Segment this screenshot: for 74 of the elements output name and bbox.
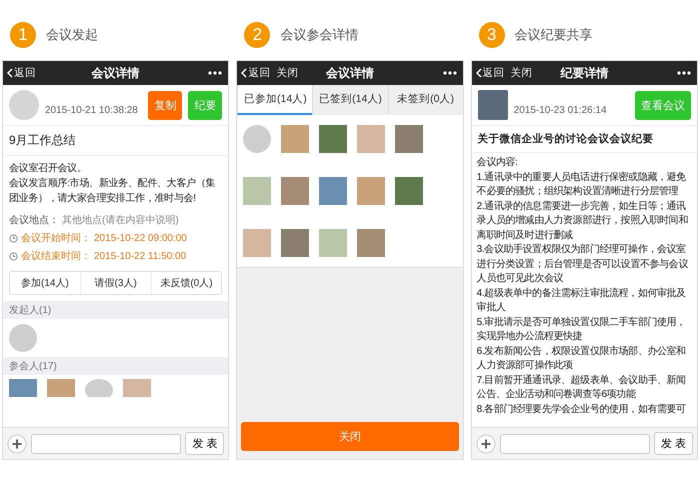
photo-placeholder[interactable] — [243, 177, 272, 205]
minutes-item: 5.审批请示是否可单独设置仅限二手车部门使用，实现异地办公流程更快捷 — [476, 316, 687, 344]
photo-placeholder[interactable] — [395, 177, 424, 205]
page-title: 纪要详情 — [559, 64, 610, 82]
time-value: 2015-10-22 09:00:00 — [94, 232, 187, 244]
step-label: 会议参会详情 — [280, 26, 358, 44]
photo-placeholder[interactable] — [281, 177, 310, 205]
minutes-item: 6.发布新闻公告，权限设置仅限市场部、办公室和人力资源部可操作此项 — [476, 344, 687, 373]
clock-icon — [9, 234, 18, 242]
meeting-description: 会议室召开会议。 — [9, 162, 88, 176]
minutes-item: 8.各部门经理要先学会企业号的使用，如有需要可 — [476, 402, 687, 416]
location-value: 其他地点(请在内容中说明) — [62, 214, 179, 227]
avatar-photo-placeholder — [9, 90, 39, 120]
send-button[interactable]: 发 表 — [654, 432, 693, 455]
clock-icon — [9, 252, 18, 260]
step-number: 2 — [244, 22, 270, 48]
photo-placeholder[interactable] — [281, 229, 310, 257]
back-button[interactable]: 返回 — [241, 66, 270, 80]
close-link[interactable]: 关闭 — [510, 66, 533, 80]
photo-placeholder[interactable] — [123, 379, 151, 397]
minutes-item: 2.通讯录的信息需要进一步完善，如生日等；通讯录人员的增减由人力资源部进行，按照入职时间和离职时间及时进行删减 — [476, 200, 689, 242]
avatar-photo-placeholder[interactable] — [85, 379, 113, 397]
send-button[interactable]: 发 表 — [185, 432, 224, 455]
chevron-left-icon — [241, 68, 248, 78]
tab[interactable]: 已参加(14人) — [237, 85, 312, 115]
page-title: 会议详情 — [90, 64, 141, 82]
more-icon[interactable] — [440, 69, 459, 77]
photo-placeholder[interactable] — [357, 177, 386, 205]
minutes-item: 7.目前暂开通通讯录、超级表单、会议助手、新闻公告、企业活动和问卷调查等6项功能 — [476, 374, 687, 402]
chevron-left-icon — [7, 68, 13, 78]
photo-placeholder[interactable] — [9, 379, 37, 397]
section-header: 发起人(1) — [3, 301, 228, 319]
location-label: 会议地点： — [9, 214, 59, 227]
minutes-item: 1.通讯录中的重要人员电话进行保密或隐藏，避免不必要的骚扰；组织架构设置清晰进行分层管理 — [476, 170, 687, 199]
step-number: 1 — [10, 22, 36, 48]
photo-placeholder[interactable] — [47, 379, 75, 397]
minutes-title: 关于微信企业号的讨论会议会议纪要 — [472, 126, 697, 153]
comment-field[interactable] — [31, 434, 182, 454]
photo-placeholder[interactable] — [319, 229, 348, 257]
step-label: 会议纪要共享 — [514, 26, 593, 44]
more-icon[interactable] — [206, 69, 224, 77]
post-date: 2015-10-23 01:26:14 — [514, 104, 608, 116]
meeting-description: 会议发言顺序:市场、新业务、配件、大客户（集团业务），请大家合理安排工作，准时与会! — [9, 176, 216, 206]
photo-placeholder[interactable] — [395, 125, 424, 153]
avatar-photo-placeholder[interactable] — [9, 324, 37, 352]
response-tab[interactable]: 未反馈(0人) — [150, 272, 222, 294]
section-header: 参会人(17) — [3, 357, 228, 375]
photo-placeholder[interactable] — [357, 229, 386, 257]
avatar-photo-placeholder — [478, 90, 508, 120]
step-label: 会议发起 — [46, 26, 98, 44]
avatar-photo-placeholder[interactable] — [243, 125, 272, 153]
photo-placeholder[interactable] — [281, 125, 310, 153]
meeting-title: 9月工作总结 — [3, 126, 228, 156]
plus-icon[interactable] — [476, 434, 496, 454]
time-value: 2015-10-22 11:50:00 — [94, 250, 186, 262]
post-date: 2015-10-21 10:38:28 — [45, 104, 139, 116]
step-number: 3 — [478, 22, 505, 48]
photo-placeholder[interactable] — [357, 125, 386, 153]
close-link[interactable]: 关闭 — [276, 66, 298, 80]
minutes-item: 3.会议助手设置权限仅为部门经理可操作，会议室进行分类设置；后台管理是否可以设置不参与会议人员也可见此次会议 — [476, 243, 689, 286]
plus-icon[interactable] — [7, 434, 27, 454]
time-label: 会议结束时间： — [21, 250, 91, 263]
minutes-item: 4.超级表单中的备注需标注审批流程，如何审批及审批人 — [476, 286, 687, 315]
photo-placeholder[interactable] — [319, 125, 348, 153]
back-button[interactable]: 返回 — [7, 66, 36, 80]
photo-placeholder[interactable] — [243, 229, 272, 257]
comment-field[interactable] — [500, 434, 650, 454]
time-label: 会议开始时间： — [21, 232, 91, 245]
minutes-item: 会议内容: — [476, 156, 518, 170]
more-icon[interactable] — [674, 69, 693, 77]
photo-placeholder[interactable] — [319, 177, 348, 205]
page-title: 会议详情 — [324, 64, 375, 82]
back-button[interactable]: 返回 — [476, 66, 505, 80]
chevron-left-icon — [476, 68, 482, 78]
